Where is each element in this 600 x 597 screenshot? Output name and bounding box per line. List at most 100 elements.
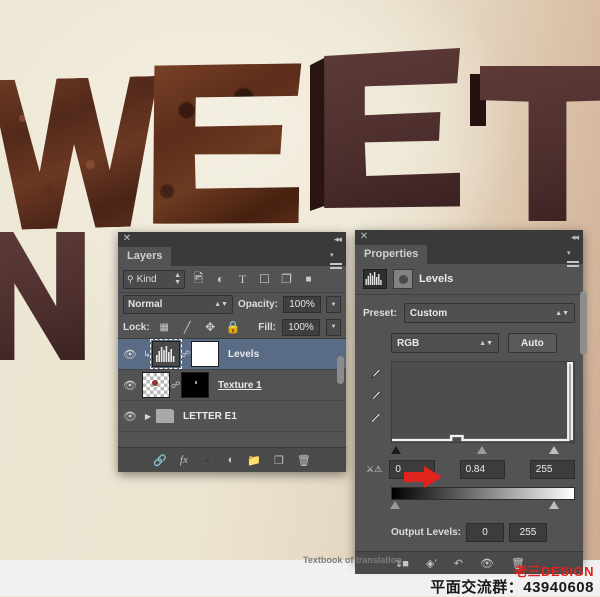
filter-kind-select[interactable]: ⚲ Kind ▲ ▼ bbox=[123, 269, 185, 289]
collapse-icon[interactable]: ◂◂ bbox=[571, 232, 579, 242]
layer-row-letter-e1[interactable]: 👁 ▶ LETTER E1 bbox=[118, 401, 346, 432]
lock-image-icon[interactable]: ╱ bbox=[179, 321, 196, 334]
adjustment-filter-icon[interactable]: ◐ bbox=[212, 272, 229, 286]
new-layer-icon[interactable]: ❐ bbox=[274, 454, 284, 467]
pixel-filter-icon[interactable]: 🖻 bbox=[190, 269, 207, 290]
eye-icon[interactable]: 👁 bbox=[118, 348, 142, 361]
shadow-slider-handle[interactable] bbox=[391, 446, 401, 454]
new-group-icon[interactable]: 📁 bbox=[247, 454, 261, 467]
fill-stepper[interactable]: ▼ bbox=[326, 318, 341, 336]
properties-panel[interactable]: ✕ ◂◂ Properties ▾ Levels Preset: Custom … bbox=[355, 230, 587, 574]
preset-select[interactable]: Custom ▲▼ bbox=[403, 303, 575, 323]
midtone-slider-handle[interactable] bbox=[477, 446, 487, 454]
reset-icon[interactable]: ↶ bbox=[454, 557, 463, 570]
eye-icon[interactable]: 👁 bbox=[118, 379, 142, 392]
layer-name-levels[interactable]: Levels bbox=[228, 349, 259, 360]
mask-speck bbox=[195, 381, 197, 384]
histogram-icon[interactable] bbox=[363, 269, 387, 289]
filter-toggle-icon[interactable]: ■ bbox=[300, 274, 317, 285]
opacity-label: Opacity: bbox=[237, 299, 278, 310]
chevron-updown-icon: ▲▼ bbox=[479, 339, 493, 347]
lock-all-icon[interactable]: 🔒 bbox=[225, 320, 242, 334]
shape-filter-icon[interactable]: ☐ bbox=[256, 272, 273, 286]
output-black-input[interactable]: 0 bbox=[466, 523, 504, 542]
preset-label: Preset: bbox=[363, 307, 397, 319]
collapse-icon[interactable]: ◂◂ bbox=[334, 234, 342, 244]
panel-menu-chevron: ▾ bbox=[567, 250, 571, 257]
toggle-visibility-icon[interactable]: 👁 bbox=[480, 557, 494, 570]
shadow-input[interactable]: 0 bbox=[389, 460, 435, 479]
opacity-input[interactable]: 100% bbox=[283, 296, 321, 313]
histogram-area bbox=[363, 361, 575, 443]
type-filter-icon[interactable]: T bbox=[234, 272, 251, 287]
properties-panel-titlebar[interactable]: ✕ ◂◂ bbox=[355, 230, 583, 244]
properties-header: Levels bbox=[355, 264, 583, 295]
levels-histogram[interactable] bbox=[391, 361, 575, 443]
auto-button[interactable]: Auto bbox=[508, 333, 557, 353]
input-levels-sliders[interactable] bbox=[391, 445, 575, 456]
output-levels-row: Output Levels: 0 255 bbox=[363, 523, 575, 542]
layers-panel-titlebar[interactable]: ✕ ◂◂ bbox=[118, 232, 346, 246]
properties-tabbar: Properties ▾ bbox=[355, 244, 583, 267]
panel-menu-icon[interactable]: ▾ bbox=[330, 250, 342, 269]
fill-input[interactable]: 100% bbox=[282, 318, 320, 336]
translate-bar-text: Textbook of translation bbox=[303, 555, 402, 565]
tab-properties[interactable]: Properties bbox=[355, 245, 428, 264]
group-expand-triangle-icon[interactable]: ▶ bbox=[142, 412, 154, 421]
opacity-stepper[interactable]: ▼ bbox=[326, 296, 341, 313]
tab-layers[interactable]: Layers bbox=[118, 247, 172, 266]
lock-position-icon[interactable]: ✥ bbox=[202, 320, 219, 334]
layer-name-letter-e1[interactable]: LETTER E1 bbox=[183, 411, 237, 422]
blend-mode-select[interactable]: Normal ▲▼ bbox=[123, 295, 233, 314]
layers-scrollbar[interactable] bbox=[337, 356, 344, 384]
layer-name-texture-1[interactable]: Texture 1 bbox=[218, 380, 262, 391]
blend-mode-row[interactable]: Normal ▲▼ Opacity: 100% ▼ bbox=[118, 293, 346, 316]
lock-row[interactable]: Lock: ▦ ╱ ✥ 🔒 Fill: 100% ▼ bbox=[118, 316, 346, 339]
link-mask-icon[interactable]: ☍ bbox=[170, 380, 181, 391]
output-black-handle[interactable] bbox=[390, 501, 400, 509]
chevron-updown-icon: ▲▼ bbox=[555, 309, 569, 317]
output-white-input[interactable]: 255 bbox=[509, 523, 547, 542]
eye-icon[interactable]: 👁 bbox=[118, 410, 142, 423]
properties-scrollbar[interactable] bbox=[580, 291, 587, 355]
close-icon[interactable]: ✕ bbox=[359, 232, 369, 242]
panel-menu-line-1 bbox=[567, 261, 579, 263]
output-levels-sliders[interactable] bbox=[390, 500, 575, 511]
highlight-slider-handle[interactable] bbox=[549, 446, 559, 454]
layer-row-texture-1[interactable]: 👁 ☍ Texture 1 bbox=[118, 370, 346, 401]
add-style-fx-icon[interactable]: fx bbox=[180, 454, 188, 466]
layer-thumbnail-texture-1[interactable] bbox=[142, 372, 170, 398]
lock-transparency-icon[interactable]: ▦ bbox=[156, 322, 173, 333]
black-point-eyedropper[interactable] bbox=[368, 367, 382, 381]
delete-layer-icon[interactable]: 🗑 bbox=[297, 454, 311, 467]
preset-row: Preset: Custom ▲▼ bbox=[363, 303, 575, 323]
panel-menu-icon[interactable]: ▾ bbox=[567, 248, 579, 267]
link-layers-icon[interactable]: 🔗 bbox=[153, 454, 167, 467]
layers-panel[interactable]: ✕ ◂◂ Layers ▾ ⚲ Kind ▲ ▼ 🖻 ◐ T ☐ ❐ ■ Norm… bbox=[118, 232, 346, 472]
gray-point-eyedropper[interactable] bbox=[368, 389, 382, 403]
layer-filter-row[interactable]: ⚲ Kind ▲ ▼ 🖻 ◐ T ☐ ❐ ■ bbox=[118, 266, 346, 293]
midtone-input[interactable]: 0.84 bbox=[459, 460, 505, 479]
link-mask-icon[interactable]: ☍ bbox=[180, 349, 191, 360]
layer-thumbnail-levels[interactable] bbox=[150, 339, 182, 369]
highlight-input[interactable]: 255 bbox=[529, 460, 575, 479]
white-point-eyedropper[interactable] bbox=[368, 411, 382, 425]
output-levels-label: Output Levels: bbox=[390, 527, 461, 538]
blend-mode-value: Normal bbox=[128, 299, 163, 310]
layer-row-levels[interactable]: 👁 ↳ ☍ Levels bbox=[118, 339, 346, 370]
smart-object-filter-icon[interactable]: ❐ bbox=[278, 272, 295, 286]
adjustment-title: Levels bbox=[419, 273, 454, 285]
new-adjustment-icon[interactable]: ◐ bbox=[228, 454, 235, 466]
layer-mask-thumbnail-levels[interactable] bbox=[191, 341, 219, 367]
output-white-handle[interactable] bbox=[549, 501, 559, 509]
clipping-warning-icon[interactable]: ⚔⚠ bbox=[363, 464, 385, 475]
mask-thumbnail-icon[interactable] bbox=[393, 269, 413, 289]
preview-previous-icon[interactable]: ◈’ bbox=[426, 557, 437, 570]
properties-body: Preset: Custom ▲▼ RGB ▲▼ Auto ⚔⚠ 0 0.84 … bbox=[355, 291, 587, 551]
add-mask-icon[interactable]: ◾ bbox=[201, 454, 215, 467]
eyedropper-group bbox=[363, 361, 387, 443]
fill-label: Fill: bbox=[258, 321, 276, 333]
close-icon[interactable]: ✕ bbox=[122, 234, 132, 244]
layer-mask-thumbnail-texture-1[interactable] bbox=[181, 372, 209, 398]
channel-select[interactable]: RGB ▲▼ bbox=[391, 333, 499, 353]
